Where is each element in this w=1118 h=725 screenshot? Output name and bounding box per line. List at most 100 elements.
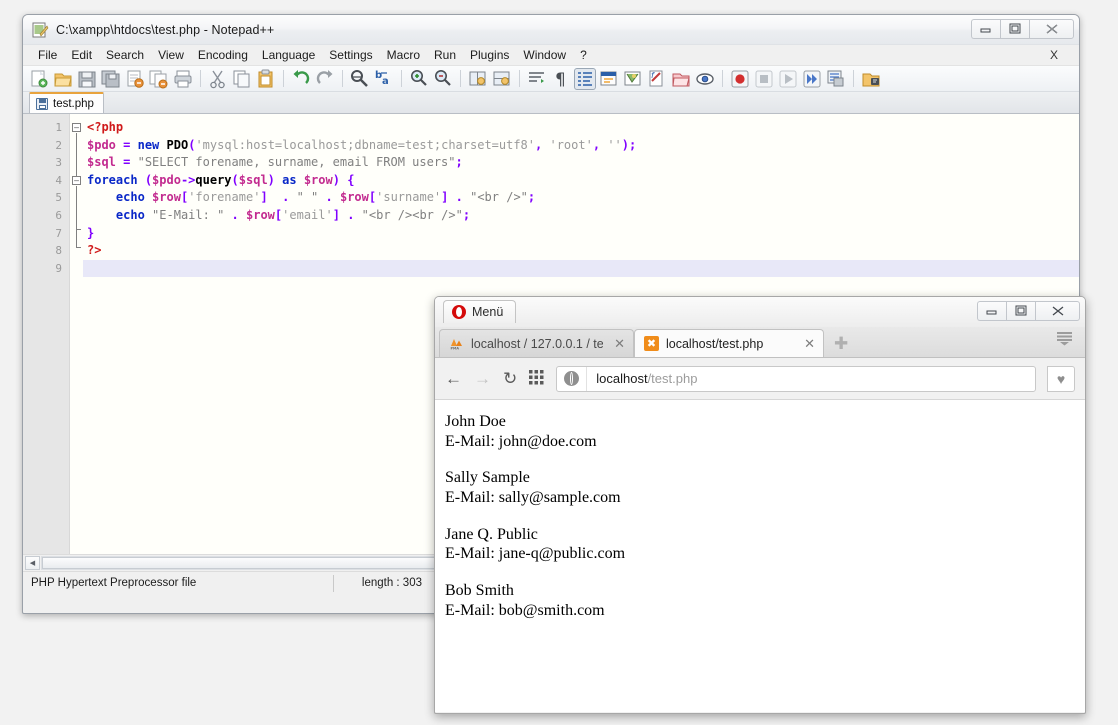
notepad-minimize-button[interactable] — [971, 19, 1000, 39]
reload-icon[interactable]: ↻ — [503, 370, 517, 387]
notepad-close-button[interactable] — [1029, 19, 1074, 39]
bookmark-heart-icon[interactable]: ♥ — [1047, 365, 1075, 392]
notepad-window-controls[interactable] — [971, 19, 1074, 39]
save-all-icon[interactable] — [100, 68, 122, 90]
close-all-icon[interactable] — [148, 68, 170, 90]
tab-menu-icon[interactable] — [1056, 331, 1073, 351]
back-icon[interactable]: ← — [445, 370, 462, 387]
sync-vertical-icon[interactable] — [467, 68, 489, 90]
code-token: $row — [152, 190, 181, 205]
site-info-button[interactable] — [557, 366, 588, 391]
save-icon[interactable] — [76, 68, 98, 90]
show-all-chars-icon[interactable]: ¶ — [550, 68, 572, 90]
save-macro-icon[interactable] — [825, 68, 847, 90]
folder-workspace-icon[interactable] — [670, 68, 692, 90]
speed-dial-icon[interactable] — [529, 369, 544, 388]
code-token: ) — [332, 172, 340, 187]
opera-titlebar[interactable]: Menü — [435, 297, 1085, 327]
opera-maximize-button[interactable] — [1006, 301, 1035, 321]
menu-view[interactable]: View — [151, 46, 191, 64]
sync-horizontal-icon[interactable] — [491, 68, 513, 90]
notepad-toolbar[interactable]: ba ¶ f — [23, 66, 1079, 92]
fold-box-line1[interactable]: – — [72, 123, 81, 132]
menu-search[interactable]: Search — [99, 46, 151, 64]
document-map-icon[interactable] — [622, 68, 644, 90]
browser-page-content: John Doe E-Mail: john@doe.com Sally Sample… — [435, 400, 1085, 712]
print-icon[interactable] — [172, 68, 194, 90]
menu-plugins[interactable]: Plugins — [463, 46, 516, 64]
redo-icon[interactable] — [314, 68, 336, 90]
browser-tab-phpmyadmin[interactable]: PMA localhost / 127.0.0.1 / test ✕ — [439, 329, 634, 357]
document-tab-test-php[interactable]: test.php — [29, 92, 104, 113]
forward-icon[interactable]: → — [474, 370, 491, 387]
code-line[interactable]: echo $row['forename'] . " " . $row['surn… — [83, 189, 1079, 207]
copy-icon[interactable] — [231, 68, 253, 90]
opera-menu-button[interactable]: Menü — [443, 300, 517, 323]
opera-minimize-button[interactable] — [977, 301, 1006, 321]
find-icon[interactable] — [349, 68, 371, 90]
indent-guide-icon[interactable] — [574, 67, 596, 90]
code-line[interactable]: } — [83, 225, 1079, 243]
code-line[interactable]: foreach ($pdo->query($sql) as $row) { — [83, 172, 1079, 190]
opera-window-controls[interactable] — [977, 301, 1080, 321]
cut-icon[interactable] — [207, 68, 229, 90]
code-line[interactable]: ?> — [83, 242, 1079, 260]
code-line[interactable]: $pdo = new PDO('mysql:host=localhost;dbn… — [83, 137, 1079, 155]
close-document-button[interactable]: X — [1043, 46, 1065, 64]
run-macro-multiple-icon[interactable] — [801, 68, 823, 90]
fold-box-line4[interactable]: – — [72, 176, 81, 185]
menu-window[interactable]: Window — [516, 46, 573, 64]
monitoring-icon[interactable] — [694, 68, 716, 90]
record-macro-icon[interactable] — [729, 68, 751, 90]
browser-tab-label: localhost / 127.0.0.1 / test — [471, 336, 604, 351]
menu-help[interactable]: ? — [573, 46, 594, 64]
desktop: C:\xampp\htdocs\test.php - Notepad++ Fil… — [0, 0, 1118, 725]
open-file-icon[interactable] — [52, 68, 74, 90]
notepad-menubar[interactable]: File Edit Search View Encoding Language … — [23, 45, 1079, 66]
fold-margin[interactable]: – – — [70, 114, 83, 554]
close-icon[interactable]: ✕ — [804, 336, 815, 352]
browser-tab-localhost-testphp[interactable]: ✖ localhost/test.php ✕ — [634, 329, 824, 357]
paste-icon[interactable] — [255, 68, 277, 90]
address-bar[interactable]: localhost/test.php — [556, 365, 1036, 392]
opera-navigation-bar[interactable]: ← → ↻ localhost/test.php ♥ — [435, 358, 1085, 400]
close-icon[interactable]: ✕ — [614, 336, 625, 352]
notepad-maximize-button[interactable] — [1000, 19, 1029, 39]
replace-icon[interactable]: ba — [373, 68, 395, 90]
opera-close-button[interactable] — [1035, 301, 1080, 321]
word-wrap-icon[interactable] — [526, 68, 548, 90]
code-line[interactable]: <?php — [83, 119, 1079, 137]
opera-tabbar[interactable]: PMA localhost / 127.0.0.1 / test ✕ ✖ loc… — [435, 327, 1085, 358]
undo-icon[interactable] — [290, 68, 312, 90]
new-file-icon[interactable] — [28, 68, 50, 90]
code-line[interactable]: echo "E-Mail: " . $row['email'] . "<br /… — [83, 207, 1079, 225]
menu-run[interactable]: Run — [427, 46, 463, 64]
menu-file[interactable]: File — [31, 46, 64, 64]
code-line[interactable] — [83, 259, 1079, 278]
play-macro-icon[interactable] — [777, 68, 799, 90]
notepad-titlebar[interactable]: C:\xampp\htdocs\test.php - Notepad++ — [23, 15, 1079, 45]
scroll-left-arrow[interactable]: ◀ — [25, 556, 40, 570]
address-bar-url[interactable]: localhost/test.php — [587, 371, 697, 386]
new-tab-icon[interactable]: ✚ — [834, 335, 848, 352]
code-token: $row — [303, 172, 333, 187]
user-language-icon[interactable] — [598, 68, 620, 90]
code-line[interactable]: $sql = "SELECT forename, surname, email … — [83, 154, 1079, 172]
zoom-in-icon[interactable] — [408, 68, 430, 90]
stop-macro-icon[interactable] — [753, 68, 775, 90]
zoom-out-icon[interactable] — [432, 68, 454, 90]
menu-settings[interactable]: Settings — [322, 46, 379, 64]
menu-macro[interactable]: Macro — [380, 46, 427, 64]
menu-language[interactable]: Language — [255, 46, 322, 64]
menu-encoding[interactable]: Encoding — [191, 46, 255, 64]
code-token: ] — [260, 190, 268, 205]
menu-edit[interactable]: Edit — [64, 46, 99, 64]
close-file-icon[interactable] — [124, 68, 146, 90]
fold-tick-line8 — [76, 247, 81, 248]
function-list-icon[interactable]: f — [646, 68, 668, 90]
code-token: $pdo — [152, 172, 181, 187]
run-icon[interactable] — [860, 68, 882, 90]
notepad-document-tabbar[interactable]: test.php — [23, 92, 1079, 114]
